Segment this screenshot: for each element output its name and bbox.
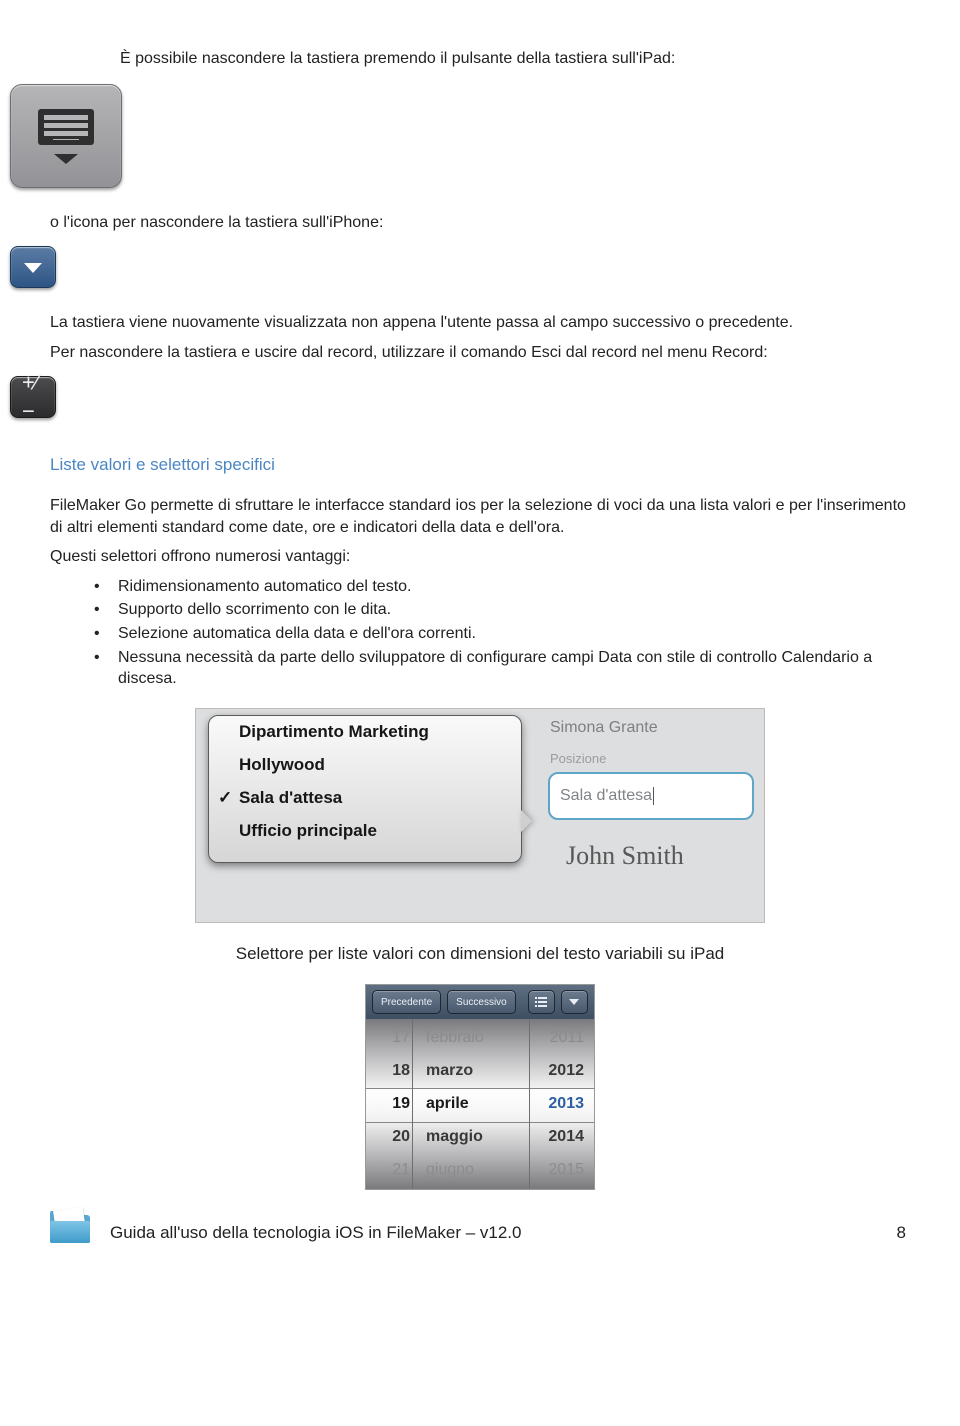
popover-option[interactable]: Dipartimento Marketing xyxy=(209,716,521,749)
popover-value-list[interactable]: Dipartimento Marketing Hollywood Sala d'… xyxy=(208,715,522,863)
record-name: Simona Grante xyxy=(544,709,758,741)
field-label-posizione: Posizione xyxy=(544,740,758,770)
figure1-caption: Selettore per liste valori con dimension… xyxy=(50,943,910,966)
paragraph-exit-record: Per nascondere la tastiera e uscire dal … xyxy=(50,342,910,364)
popover-option[interactable]: Hollywood xyxy=(209,749,521,782)
list-item: Nessuna necessità da parte dello svilupp… xyxy=(90,647,910,690)
next-button[interactable]: Successivo xyxy=(447,990,516,1014)
popover-option-selected[interactable]: Sala d'attesa xyxy=(209,782,521,815)
footer-title: Guida all'uso della tecnologia iOS in Fi… xyxy=(110,1222,521,1245)
filemaker-folder-icon xyxy=(48,1209,94,1245)
page-footer: Guida all'uso della tecnologia iOS in Fi… xyxy=(50,1222,910,1245)
advantages-list: Ridimensionamento automatico del testo. … xyxy=(90,576,910,690)
figure-value-list-selector: Dipartimento Marketing Hollywood Sala d'… xyxy=(195,708,765,923)
dropdown-icon[interactable] xyxy=(561,990,588,1014)
list-item: Selezione automatica della data e dell'o… xyxy=(90,623,910,645)
page-number: 8 xyxy=(897,1222,906,1245)
paragraph-filemaker-go: FileMaker Go permette di sfruttare le in… xyxy=(50,495,910,538)
field-posizione[interactable]: Sala d'attesa xyxy=(548,772,754,820)
signature: John Smith xyxy=(566,838,758,873)
paragraph-advantages-intro: Questi selettori offrono numerosi vantag… xyxy=(50,546,910,568)
paragraph-hide-keyboard-ipad: È possibile nascondere la tastiera preme… xyxy=(120,48,910,70)
picker-row[interactable]: 18marzo2012 xyxy=(366,1054,594,1087)
plus-minus-icon: +⁄− xyxy=(10,376,56,418)
picker-row[interactable]: 17febbraio2011 xyxy=(366,1021,594,1054)
list-item: Ridimensionamento automatico del testo. xyxy=(90,576,910,598)
picker-toolbar: Precedente Successivo xyxy=(366,985,594,1019)
picker-row[interactable]: 19aprile2013 xyxy=(366,1087,594,1120)
section-heading-value-lists: Liste valori e selettori specifici xyxy=(50,454,910,477)
date-picker-wheels[interactable]: 17febbraio2011 18marzo2012 19aprile2013 … xyxy=(366,1019,594,1189)
list-icon[interactable] xyxy=(528,990,555,1014)
popover-option[interactable]: Ufficio principale xyxy=(209,815,521,848)
hide-keyboard-iphone-icon xyxy=(10,246,56,288)
hide-keyboard-ipad-icon xyxy=(10,84,122,188)
paragraph-keyboard-reappears: La tastiera viene nuovamente visualizzat… xyxy=(50,312,910,334)
picker-row[interactable]: 21giugno2015 xyxy=(366,1153,594,1186)
list-item: Supporto dello scorrimento con le dita. xyxy=(90,599,910,621)
picker-row[interactable]: 20maggio2014 xyxy=(366,1120,594,1153)
figure-date-picker: Precedente Successivo 17febbraio2011 18m… xyxy=(365,984,595,1190)
field-value: Sala d'attesa xyxy=(560,785,652,807)
prev-button[interactable]: Precedente xyxy=(372,990,441,1014)
paragraph-hide-keyboard-iphone: o l'icona per nascondere la tastiera sul… xyxy=(50,212,910,234)
